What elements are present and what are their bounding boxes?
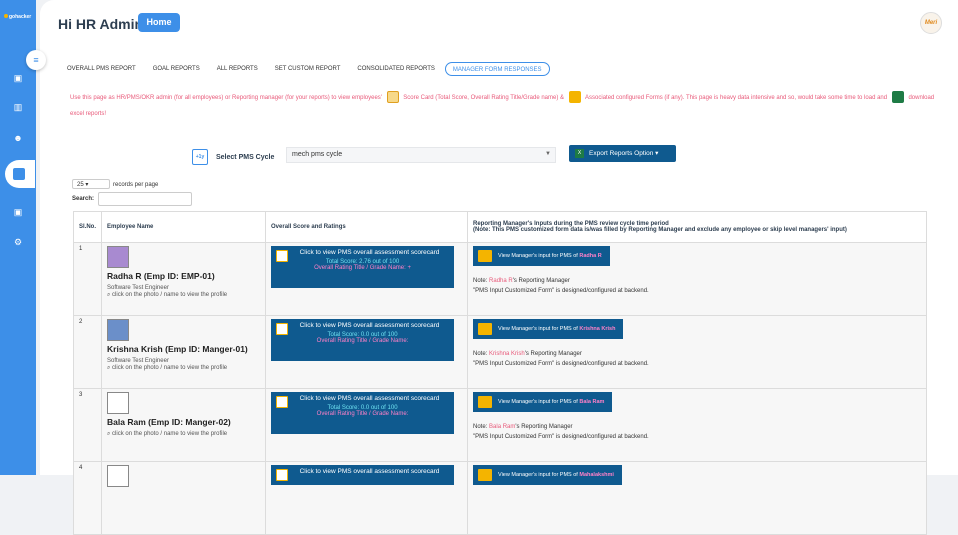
report-tabs: OVERALL PMS REPORT GOAL REPORTS ALL REPO… bbox=[60, 62, 553, 76]
excel-icon bbox=[891, 91, 904, 104]
manager-input-button[interactable]: View Manager's input for PMS of Krishna … bbox=[473, 319, 624, 339]
search-label: Search: bbox=[72, 196, 95, 202]
manager-form-icon bbox=[478, 323, 493, 335]
table-row: 3 Bala Ram (Emp ID: Manger-02) ⌕ click o… bbox=[72, 388, 927, 462]
scorecard-button[interactable]: Click to view PMS overall assessment sco… bbox=[271, 392, 455, 434]
scorecard-icon bbox=[276, 250, 289, 262]
pms-cycle-label: Select PMS Cycle bbox=[216, 154, 275, 161]
score-cell: Click to view PMS overall assessment sco… bbox=[265, 315, 469, 389]
tab-all-reports[interactable]: ALL REPORTS bbox=[210, 62, 265, 76]
manager-cell: View Manager's input for PMS of Mahalaks… bbox=[467, 461, 927, 535]
scorecard-icon bbox=[276, 469, 289, 481]
row-sl: 4 bbox=[72, 461, 103, 535]
main-content: Hi HR Admin Home Meri OVERALL PMS REPORT… bbox=[40, 0, 958, 535]
search-input[interactable] bbox=[98, 192, 192, 206]
tab-consolidated-reports[interactable]: CONSOLIDATED REPORTS bbox=[350, 62, 441, 76]
employee-cell: Bala Ram (Emp ID: Manger-02) ⌕ click on … bbox=[101, 388, 267, 462]
manager-input-button[interactable]: View Manager's input for PMS of Radha R bbox=[473, 246, 610, 266]
col-slno: Sl.No. bbox=[72, 211, 103, 243]
manager-cell: View Manager's input for PMS of Radha R … bbox=[467, 242, 927, 316]
employee-name[interactable]: Bala Ram (Emp ID: Manger-02) bbox=[107, 417, 260, 427]
report-nav-icon[interactable]: ▣ bbox=[11, 206, 25, 218]
employee-photo[interactable] bbox=[107, 465, 130, 487]
manager-form-icon bbox=[478, 469, 493, 481]
forms-icon bbox=[568, 91, 581, 104]
employee-photo[interactable] bbox=[107, 246, 130, 268]
users-nav-icon[interactable]: ☻ bbox=[11, 132, 25, 144]
home-button[interactable]: Home bbox=[138, 13, 180, 32]
app-logo: gohacker bbox=[4, 14, 31, 20]
manager-input-button[interactable]: View Manager's input for PMS of Mahalaks… bbox=[473, 465, 622, 485]
employee-photo[interactable] bbox=[107, 392, 130, 414]
row-sl: 2 bbox=[72, 315, 103, 389]
sidebar-toggle-icon[interactable]: ≡ bbox=[26, 50, 46, 70]
score-cell: Click to view PMS overall assessment sco… bbox=[265, 388, 469, 462]
table-row: 2 Krishna Krish (Emp ID: Manger-01) Soft… bbox=[72, 315, 927, 389]
tab-overall-pms-report[interactable]: OVERALL PMS REPORT bbox=[60, 62, 143, 76]
scorecard-button[interactable]: Click to view PMS overall assessment sco… bbox=[271, 246, 455, 288]
pms-cycle-select[interactable]: mech pms cycle ▼ bbox=[286, 147, 556, 163]
report-card: +1y Select PMS Cycle mech pms cycle ▼ X Ex… bbox=[62, 128, 934, 535]
scorecard-icon bbox=[276, 396, 289, 408]
chevron-down-icon: ▼ bbox=[545, 151, 551, 157]
employee-cell bbox=[101, 461, 267, 535]
employee-table: Sl.No. Employee Name Overall Score and R… bbox=[72, 211, 927, 535]
row-sl: 3 bbox=[72, 388, 103, 462]
row-sl: 1 bbox=[72, 242, 103, 316]
employee-cell: Krishna Krish (Emp ID: Manger-01) Softwa… bbox=[101, 315, 267, 389]
sidebar: gohacker ▣ ▥ ☻ ▣ ⚙ bbox=[0, 0, 36, 475]
manager-form-icon bbox=[478, 396, 493, 408]
col-manager-inputs: Reporting Manager's Inputs during the PM… bbox=[467, 211, 927, 243]
tab-manager-form-responses[interactable]: MANAGER FORM RESPONSES bbox=[444, 62, 550, 76]
tab-goal-reports[interactable]: GOAL REPORTS bbox=[146, 62, 207, 76]
col-score: Overall Score and Ratings bbox=[265, 211, 469, 243]
excel-icon: X bbox=[575, 149, 584, 158]
col-employee-name: Employee Name bbox=[101, 211, 267, 243]
manager-form-icon bbox=[478, 250, 493, 262]
book-nav-icon[interactable]: ▥ bbox=[11, 101, 25, 113]
employee-cell: Radha R (Emp ID: EMP-01) Software Test E… bbox=[101, 242, 267, 316]
scorecard-icon bbox=[276, 323, 289, 335]
scorecard-button[interactable]: Click to view PMS overall assessment sco… bbox=[271, 319, 455, 361]
info-note: Use this page as HR/PMS/OKR admin (for a… bbox=[70, 90, 948, 122]
manager-cell: View Manager's input for PMS of Krishna … bbox=[467, 315, 927, 389]
user-avatar[interactable]: Meri bbox=[920, 12, 942, 34]
page-title: Hi HR Admin bbox=[58, 16, 144, 32]
manager-input-button[interactable]: View Manager's input for PMS of Bala Ram bbox=[473, 392, 613, 412]
tab-set-custom-report[interactable]: SET CUSTOM REPORT bbox=[268, 62, 348, 76]
scorecard-button[interactable]: Click to view PMS overall assessment sco… bbox=[271, 465, 455, 485]
calendar-icon: +1y bbox=[192, 149, 208, 165]
records-per-page-select[interactable]: 25 ▾ bbox=[72, 179, 110, 189]
export-reports-button[interactable]: X Export Reports Option ▾ bbox=[569, 145, 676, 162]
dashboard-nav-icon[interactable]: ▣ bbox=[11, 72, 25, 84]
reports-nav-icon[interactable] bbox=[5, 160, 35, 188]
settings-nav-icon[interactable]: ⚙ bbox=[11, 236, 25, 248]
scorecard-icon bbox=[386, 91, 399, 104]
employee-name[interactable]: Radha R (Emp ID: EMP-01) bbox=[107, 271, 260, 281]
employee-photo[interactable] bbox=[107, 319, 130, 341]
table-row: 4 Click to view PMS overall assessment s… bbox=[72, 461, 927, 535]
manager-cell: View Manager's input for PMS of Bala Ram… bbox=[467, 388, 927, 462]
score-cell: Click to view PMS overall assessment sco… bbox=[265, 242, 469, 316]
score-cell: Click to view PMS overall assessment sco… bbox=[265, 461, 469, 535]
employee-name[interactable]: Krishna Krish (Emp ID: Manger-01) bbox=[107, 344, 260, 354]
records-per-page: 25 ▾ records per page bbox=[72, 179, 158, 189]
table-row: 1 Radha R (Emp ID: EMP-01) Software Test… bbox=[72, 242, 927, 316]
